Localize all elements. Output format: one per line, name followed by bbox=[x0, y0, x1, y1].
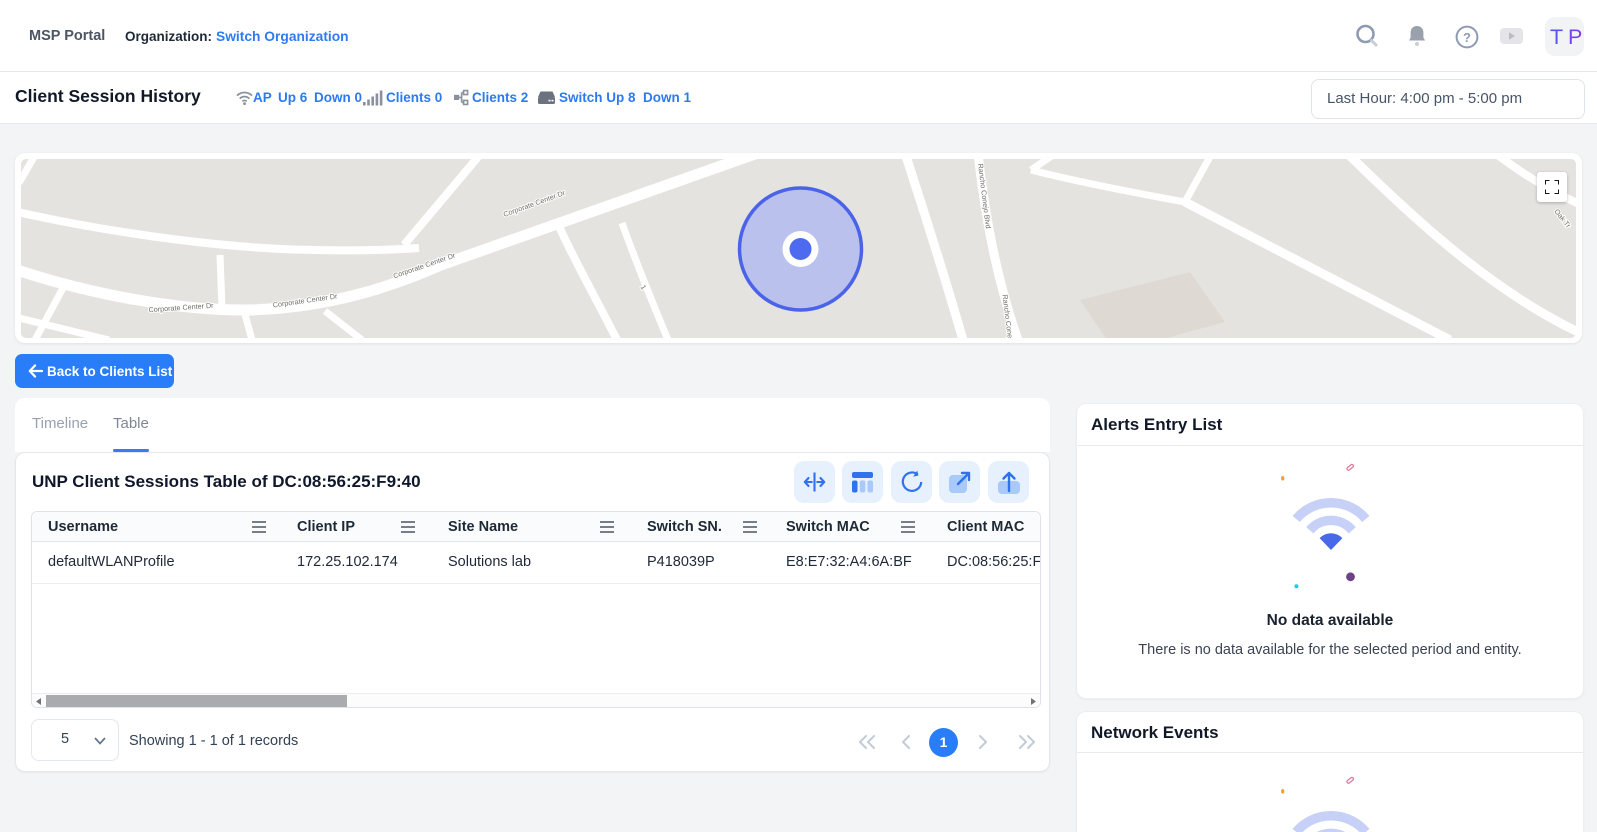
svg-text:Rancho Conejo Blvd: Rancho Conejo Blvd bbox=[976, 163, 993, 229]
svg-text:Corporate Center Dr: Corporate Center Dr bbox=[502, 188, 567, 219]
svg-text:?: ? bbox=[1463, 30, 1471, 45]
svg-text:Oak Tr: Oak Tr bbox=[1552, 207, 1573, 230]
